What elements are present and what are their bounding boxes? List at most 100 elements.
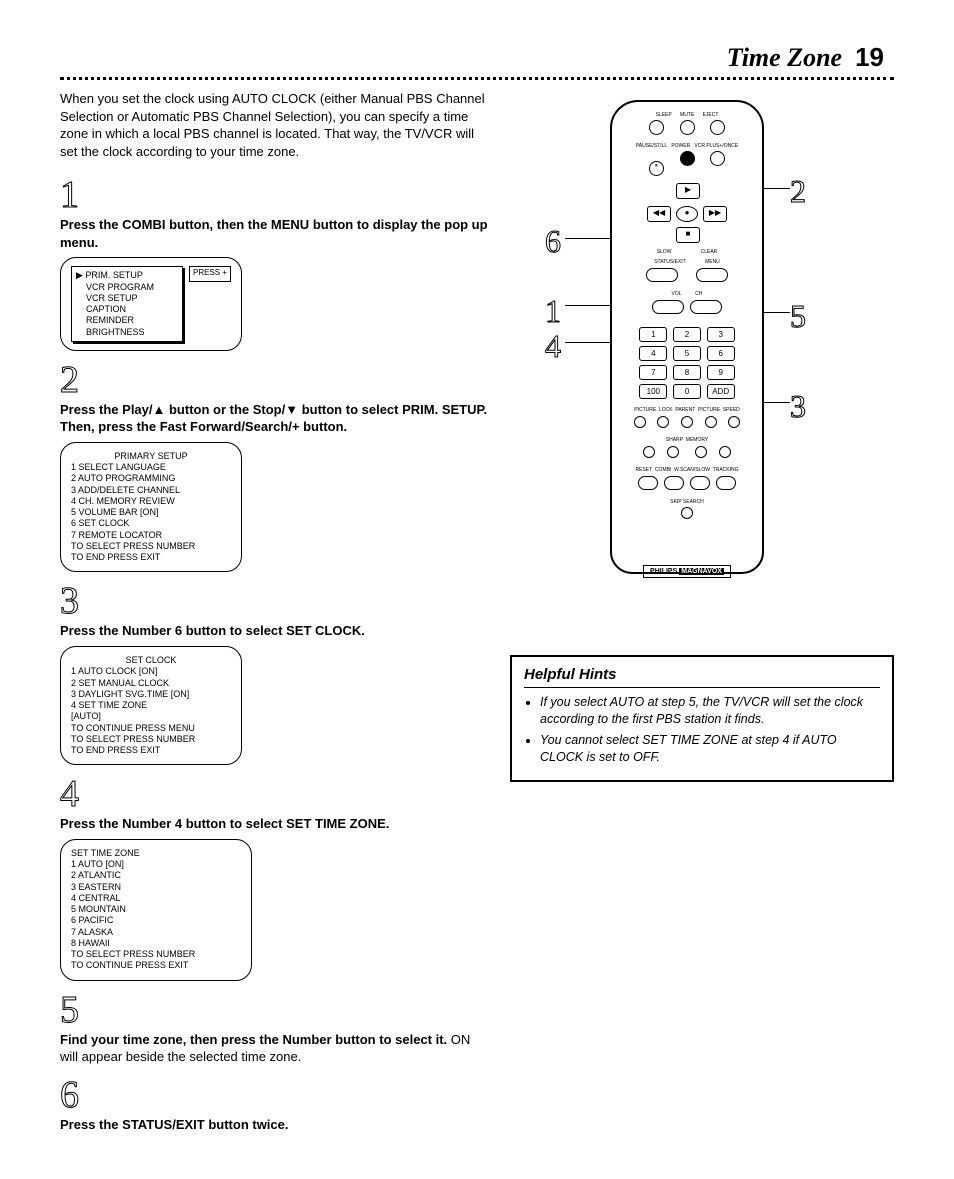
osd-primary-setup: PRIMARY SETUP 1 SELECT LANGUAGE 2 AUTO P… bbox=[60, 442, 242, 573]
lbl: MUTE bbox=[680, 112, 694, 118]
osd-line: 2 ATLANTIC bbox=[71, 870, 241, 881]
tracking-button bbox=[716, 476, 736, 490]
osd-line: 6 PACIFIC bbox=[71, 915, 241, 926]
pause-button: ⏸ bbox=[649, 161, 664, 176]
t: Press the bbox=[60, 217, 122, 232]
osd-press-box: PRESS + bbox=[189, 266, 231, 282]
osd-line: 5 MOUNTAIN bbox=[71, 904, 241, 915]
lbl: EJECT bbox=[703, 112, 719, 118]
status-exit-button bbox=[646, 268, 678, 282]
osd-set-time-zone: SET TIME ZONE 1 AUTO [ON] 2 ATLANTIC 3 E… bbox=[60, 839, 252, 981]
step-2-text: Press the Play/▲ button or the Stop/▼ bu… bbox=[60, 401, 490, 436]
lbl-row: SLEEP MUTE EJECT bbox=[612, 112, 762, 119]
step-6-number: 6 bbox=[60, 1076, 79, 1114]
mute-button bbox=[680, 120, 695, 135]
callout-6: 6 bbox=[545, 220, 561, 263]
osd-head: PRIMARY SETUP bbox=[71, 451, 231, 462]
key-3: 3 bbox=[707, 327, 735, 342]
lbl: MENU bbox=[705, 259, 720, 265]
sharp-button bbox=[643, 446, 655, 458]
osd-line: 7 REMOTE LOCATOR bbox=[71, 530, 231, 541]
osd-line: 2 AUTO PROGRAMMING bbox=[71, 473, 231, 484]
step-6-text: Press the STATUS/EXIT button twice. bbox=[60, 1116, 490, 1134]
key-add: ADD bbox=[707, 384, 735, 399]
osd-head: SET CLOCK bbox=[71, 655, 231, 666]
osd-foot: TO SELECT PRESS NUMBER bbox=[71, 949, 241, 960]
step-4-number: 4 bbox=[60, 775, 79, 813]
lbl: POWER bbox=[671, 143, 690, 149]
lbl: VOL bbox=[672, 291, 682, 297]
illustration-column: 1 2 3 4 5 6 SLEEP MUTE EJECT bbox=[510, 90, 894, 1139]
key-8: 8 bbox=[673, 365, 701, 380]
step-5-text: Find your time zone, then press the Numb… bbox=[60, 1031, 490, 1066]
lead-1 bbox=[565, 305, 610, 306]
rewind-button: ◀◀ bbox=[647, 206, 671, 222]
osd-line: 7 ALASKA bbox=[71, 927, 241, 938]
title-text: Time Zone bbox=[727, 43, 842, 72]
osd-line: 3 ADD/DELETE CHANNEL bbox=[71, 485, 231, 496]
osd-line: 6 SET CLOCK bbox=[71, 518, 231, 529]
parent-button bbox=[681, 416, 693, 428]
lbl: RESET bbox=[635, 467, 652, 473]
osd-foot: TO CONTINUE PRESS EXIT bbox=[71, 960, 241, 971]
brand-logo: PHILIPS MAGNAVOX bbox=[643, 565, 731, 578]
t: Press the Play/▲ button or the Stop/▼ bu… bbox=[60, 402, 487, 435]
lbl-row: VOL CH bbox=[612, 291, 762, 298]
osd-set-clock: SET CLOCK 1 AUTO CLOCK [ON] 2 SET MANUAL… bbox=[60, 646, 242, 765]
key-4: 4 bbox=[639, 346, 667, 361]
hint-2: You cannot select SET TIME ZONE at step … bbox=[540, 732, 880, 766]
lbl: PAUSE/STILL bbox=[636, 143, 667, 149]
brand-1: PHILIPS bbox=[650, 568, 677, 575]
lbl: VCR PLUS+/ONCE bbox=[694, 143, 738, 149]
osd-line: 4 CENTRAL bbox=[71, 893, 241, 904]
t: Find your time zone, then press the Numb… bbox=[60, 1032, 447, 1047]
step-1-number: 1 bbox=[60, 176, 79, 214]
step-3-number: 3 bbox=[60, 582, 79, 620]
lbl: SHARP bbox=[666, 437, 683, 443]
lbl: SLOW bbox=[657, 249, 672, 255]
key-100: 100 bbox=[639, 384, 667, 399]
osd-line: REMINDER bbox=[76, 315, 178, 326]
callout-4: 4 bbox=[545, 325, 561, 368]
osd-line: 1 SELECT LANGUAGE bbox=[71, 462, 231, 473]
vcrplus-button bbox=[710, 151, 725, 166]
t: Press the STATUS/EXIT button twice. bbox=[60, 1117, 289, 1132]
osd-line: ▶ PRIM. SETUP bbox=[76, 270, 178, 281]
combi-button bbox=[664, 476, 684, 490]
lbl-row: PICTURE LOCK PARENT PICTURE SPEED bbox=[612, 407, 762, 414]
osd-menu-list: ▶ PRIM. SETUP VCR PROGRAM VCR SETUP CAPT… bbox=[71, 266, 183, 342]
osd-line: 4 SET TIME ZONE bbox=[71, 700, 231, 711]
callout-2: 2 bbox=[790, 170, 806, 213]
dotted-rule bbox=[60, 77, 894, 80]
btn-b bbox=[719, 446, 731, 458]
key-0: 0 bbox=[673, 384, 701, 399]
osd-line: VCR PROGRAM bbox=[76, 282, 178, 293]
step-4-text: Press the Number 4 button to select SET … bbox=[60, 815, 490, 833]
lbl: TRACKING bbox=[713, 467, 739, 473]
step-5-number: 5 bbox=[60, 991, 79, 1029]
page-number: 19 bbox=[855, 42, 884, 72]
page-title: Time Zone 19 bbox=[60, 40, 894, 75]
power-button bbox=[680, 151, 695, 166]
t: Press the Number 6 button to select SET … bbox=[60, 623, 365, 638]
lbl: CLEAR bbox=[701, 249, 718, 255]
play-up-button: ▶ bbox=[676, 183, 700, 199]
step-2-number: 2 bbox=[60, 361, 79, 399]
lbl: SLEEP bbox=[656, 112, 672, 118]
t: MENU bbox=[271, 217, 309, 232]
osd-foot: TO END PRESS EXIT bbox=[71, 552, 231, 563]
rec-button: ● bbox=[676, 206, 698, 222]
osd-line: CAPTION bbox=[76, 304, 178, 315]
osd-foot: TO SELECT PRESS NUMBER bbox=[71, 734, 231, 745]
lbl-row: SLOW CLEAR bbox=[612, 249, 762, 256]
callout-3: 3 bbox=[790, 385, 806, 428]
t: Press the Number 4 button to select SET … bbox=[60, 816, 389, 831]
osd-line: BRIGHTNESS bbox=[76, 327, 178, 338]
lbl: W.SCAN/SLOW bbox=[674, 467, 710, 473]
t: COMBI bbox=[122, 217, 165, 232]
lbl: PICTURE bbox=[634, 407, 656, 413]
osd-popup-menu: ▶ PRIM. SETUP VCR PROGRAM VCR SETUP CAPT… bbox=[60, 257, 242, 351]
callout-5: 5 bbox=[790, 295, 806, 338]
direction-pad: ▶ ■ ◀◀ ▶▶ ● bbox=[647, 183, 727, 243]
step-3-text: Press the Number 6 button to select SET … bbox=[60, 622, 490, 640]
